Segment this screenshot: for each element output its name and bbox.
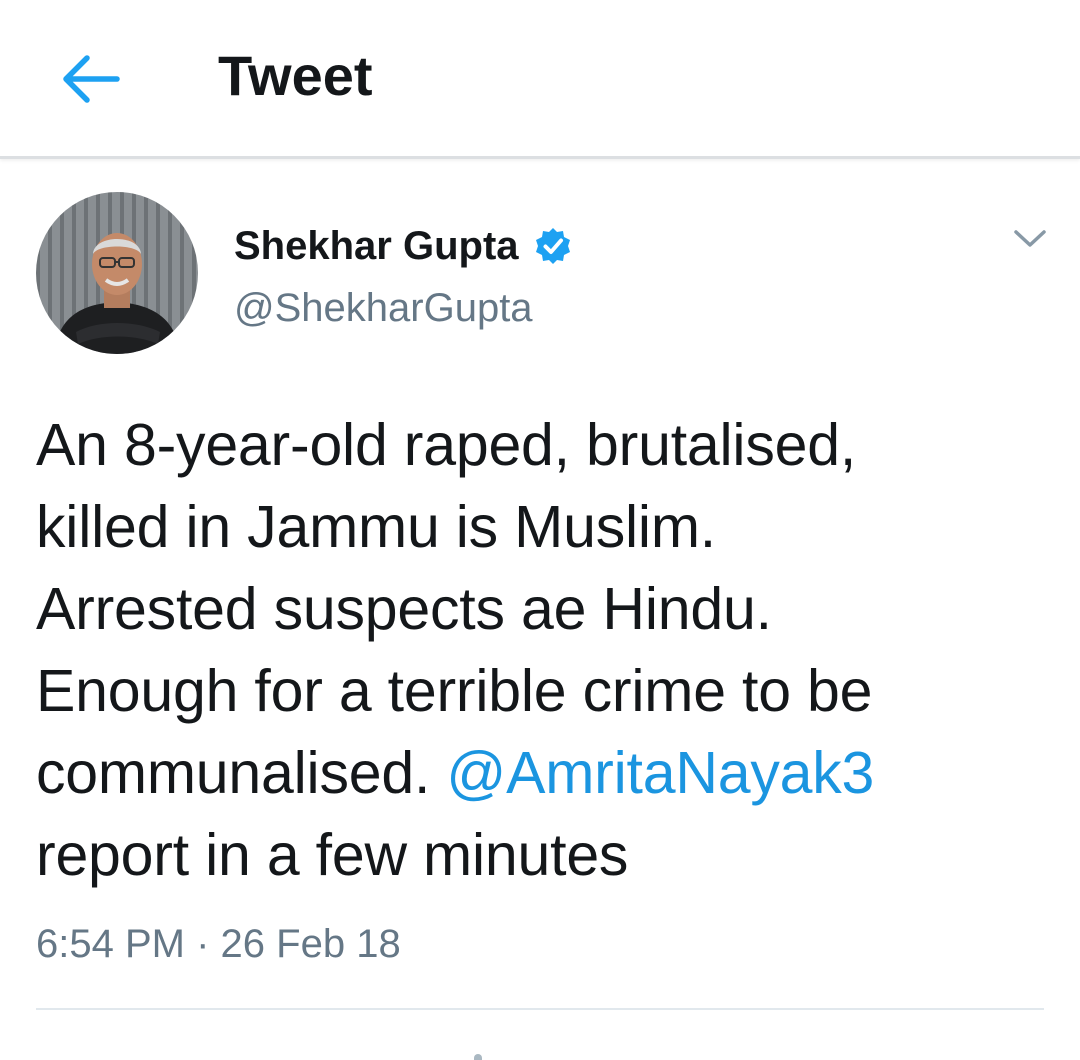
- tweet-text: An 8-year-old raped, brutalised, killed …: [36, 404, 1046, 896]
- chevron-down-icon: [1014, 230, 1046, 247]
- tweet-menu-button[interactable]: [1006, 218, 1054, 258]
- author-name[interactable]: Shekhar Gupta: [234, 220, 573, 272]
- back-button[interactable]: [52, 46, 128, 112]
- tweet-text-line: An 8-year-old raped, brutalised,: [36, 412, 857, 478]
- tweet-text-line: Enough for a terrible crime to be: [36, 658, 873, 724]
- tweet-text-line: report in a few minutes: [36, 822, 629, 888]
- divider: [36, 1008, 1044, 1010]
- tweet-text-line: Arrested suspects ae Hindu.: [36, 576, 772, 642]
- tweet-text-line: killed in Jammu is Muslim.: [36, 494, 716, 560]
- verified-badge-icon: [535, 228, 570, 264]
- meta-separator: ·: [196, 922, 210, 966]
- avatar[interactable]: [36, 192, 198, 354]
- top-app-bar: Tweet: [0, 0, 1080, 159]
- tweet-date: 26 Feb 18: [220, 922, 401, 966]
- tweet-timestamp: 6:54 PM · 26 Feb 18: [36, 918, 401, 970]
- author-name-text: Shekhar Gupta: [234, 224, 519, 268]
- mention-link[interactable]: @AmritaNayak3: [446, 740, 874, 806]
- arrow-left-icon: [63, 55, 120, 103]
- partial-icon: [474, 1054, 482, 1060]
- tweet-text-line: communalised. @AmritaNayak3: [36, 732, 1046, 814]
- tweet-text-segment: communalised.: [36, 740, 447, 806]
- author-handle[interactable]: @ShekharGupta: [234, 282, 533, 334]
- tweet-time: 6:54 PM: [36, 922, 185, 966]
- page-title: Tweet: [218, 44, 373, 107]
